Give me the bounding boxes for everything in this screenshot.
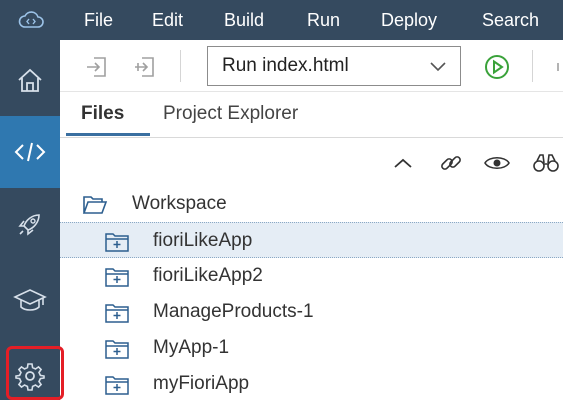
project-folder-icon [105, 340, 129, 359]
run-config-value: Run index.html [222, 55, 349, 76]
rail-code-button[interactable] [0, 116, 60, 188]
tree-root-workspace[interactable]: Workspace [60, 186, 563, 222]
menu-run[interactable]: Run [307, 0, 340, 40]
cloud-code-icon[interactable] [18, 7, 44, 33]
binoculars-icon[interactable] [532, 150, 563, 176]
menu-edit[interactable]: Edit [152, 0, 183, 40]
left-rail [0, 40, 64, 400]
code-icon [14, 142, 46, 162]
tree-item-fiorilikeapp[interactable]: fioriLikeApp [60, 222, 563, 258]
project-folder-icon [105, 376, 129, 395]
tree-item-label: fioriLikeApp [153, 230, 253, 251]
rail-settings-button[interactable] [0, 340, 64, 400]
file-tree: Workspace fioriLikeApp fioriLikeApp2 Man… [60, 186, 563, 400]
collapse-icon[interactable] [390, 150, 416, 176]
active-tab-indicator [66, 133, 150, 136]
tree-item-label: ManageProducts-1 [153, 301, 314, 322]
toolbar-separator [180, 50, 181, 82]
menu-build[interactable]: Build [224, 0, 264, 40]
rail-deploy-button[interactable] [0, 188, 60, 260]
link-icon[interactable] [438, 150, 464, 176]
tab-project-explorer[interactable]: Project Explorer [163, 92, 298, 138]
run-config-select[interactable]: Run index.html [207, 46, 461, 86]
rail-learning-button[interactable] [0, 264, 60, 336]
overflow-icon[interactable] [548, 54, 563, 80]
menu-search[interactable]: Search [482, 0, 539, 40]
toolbar-separator [532, 50, 533, 82]
import-icon[interactable] [84, 54, 110, 80]
project-folder-icon [105, 268, 129, 287]
menu-deploy[interactable]: Deploy [381, 0, 437, 40]
rail-home-button[interactable] [0, 44, 60, 116]
home-icon [18, 68, 42, 92]
tree-item-myapp-1[interactable]: MyApp-1 [60, 330, 563, 366]
tab-files[interactable]: Files [81, 92, 124, 138]
tree-item-label: myFioriApp [153, 373, 250, 394]
gear-icon [15, 363, 45, 391]
explorer-tabs: Files Project Explorer [60, 92, 563, 138]
eye-icon[interactable] [484, 150, 510, 176]
toolbar: Run index.html [60, 40, 563, 92]
explorer-toolbar [60, 138, 563, 186]
project-folder-icon [105, 304, 129, 323]
folder-open-icon [82, 196, 108, 214]
chevron-down-icon [430, 62, 446, 72]
graduation-cap-icon [13, 289, 47, 311]
rocket-icon [18, 214, 40, 236]
run-icon[interactable] [484, 54, 510, 80]
tree-item-manageproducts-1[interactable]: ManageProducts-1 [60, 294, 563, 330]
tree-root-label: Workspace [132, 193, 227, 214]
project-folder-icon [105, 233, 129, 252]
tree-item-label: MyApp-1 [153, 337, 230, 358]
tree-item-fiorilikeapp2[interactable]: fioriLikeApp2 [60, 258, 563, 294]
tree-item-label: fioriLikeApp2 [153, 265, 263, 286]
export-icon[interactable] [132, 54, 158, 80]
menu-file[interactable]: File [84, 0, 113, 40]
tree-item-myfioriapp[interactable]: myFioriApp [60, 366, 563, 400]
menu-bar: File Edit Build Run Deploy Search [0, 0, 563, 40]
